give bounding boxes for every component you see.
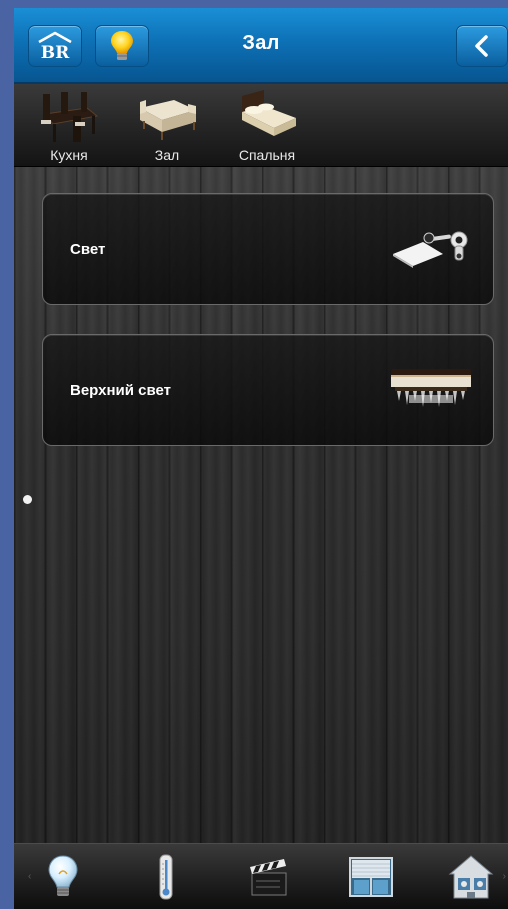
device-card-ceiling-light[interactable]: Верхний свет bbox=[42, 334, 494, 446]
nav-scenes-button[interactable] bbox=[243, 850, 297, 904]
device-label: Верхний свет bbox=[70, 382, 172, 399]
back-button[interactable] bbox=[456, 25, 508, 67]
room-tab-living[interactable]: Зал bbox=[130, 84, 204, 166]
top-bar: BR Зал bbox=[14, 8, 508, 84]
device-label: Свет bbox=[70, 241, 106, 258]
nav-climate-button[interactable] bbox=[139, 850, 193, 904]
scroll-left-icon: ‹ bbox=[28, 871, 32, 882]
nav-house-button[interactable] bbox=[444, 850, 498, 904]
thermometer-icon bbox=[159, 854, 173, 900]
room-tab-bedroom[interactable]: Спальня bbox=[230, 84, 304, 166]
window-blinds-icon bbox=[349, 857, 393, 897]
room-label: Спальня bbox=[238, 147, 296, 163]
house-settings-icon bbox=[448, 855, 494, 899]
chevron-left-icon bbox=[475, 35, 488, 57]
bed-icon bbox=[242, 90, 296, 136]
device-card-light[interactable]: Свет bbox=[42, 193, 494, 305]
lightbulb-icon bbox=[48, 855, 78, 896]
room-tab-kitchen[interactable]: Кухня bbox=[32, 84, 106, 166]
dining-table-icon bbox=[41, 92, 99, 142]
page-indicator-dot bbox=[23, 495, 32, 504]
page-title: Зал bbox=[242, 32, 280, 54]
nav-lights-button[interactable] bbox=[36, 850, 90, 904]
room-selector: Кухня Зал Спальня bbox=[14, 84, 508, 167]
sofa-icon bbox=[140, 100, 196, 140]
app-window: BR Зал Кухня Зал Спальня Свет Верхний св… bbox=[14, 8, 508, 909]
spotlight-icon bbox=[393, 231, 468, 268]
clapperboard-icon bbox=[250, 859, 287, 896]
nav-blinds-button[interactable] bbox=[344, 850, 398, 904]
room-label: Зал bbox=[154, 147, 180, 163]
scroll-right-icon: › bbox=[502, 871, 506, 882]
bottom-nav: ‹ › bbox=[14, 843, 508, 909]
chandelier-icon bbox=[391, 369, 471, 407]
room-label: Кухня bbox=[50, 147, 88, 163]
